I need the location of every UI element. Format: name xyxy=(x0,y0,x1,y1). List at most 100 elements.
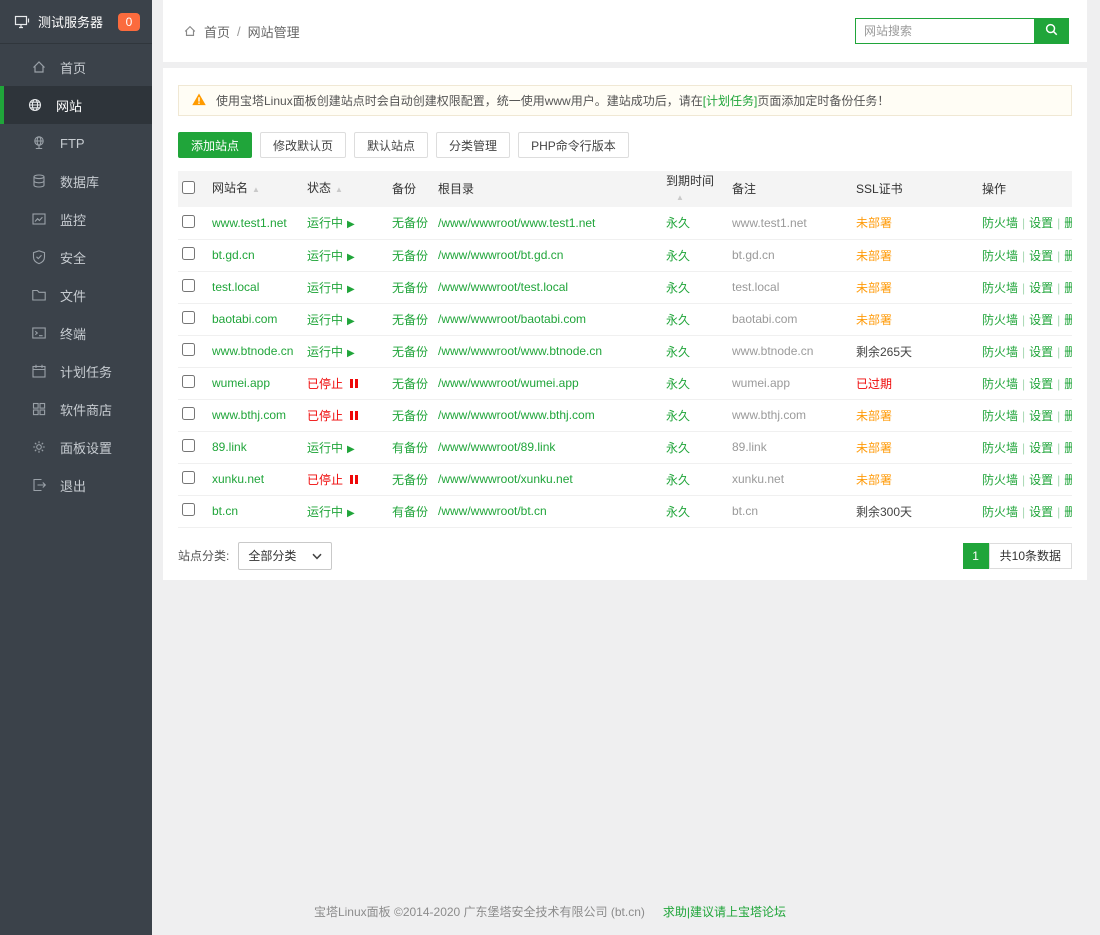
site-path[interactable]: /www/wwwroot/89.link xyxy=(438,440,555,454)
site-ssl[interactable]: 已过期 xyxy=(856,377,892,391)
column-header[interactable]: 到期时间 xyxy=(664,171,730,207)
site-status[interactable]: 运行中▶ xyxy=(307,441,355,455)
site-remark[interactable]: www.test1.net xyxy=(732,216,807,230)
site-expire[interactable]: 永久 xyxy=(666,473,690,487)
site-ssl[interactable]: 未部署 xyxy=(856,216,892,230)
sidebar-item-settings[interactable]: 面板设置 xyxy=(0,428,152,466)
action-delete[interactable]: 删除 xyxy=(1064,313,1072,327)
action-firewall[interactable]: 防火墙 xyxy=(982,409,1018,423)
action-settings[interactable]: 设置 xyxy=(1029,345,1053,359)
site-path[interactable]: /www/wwwroot/www.bthj.com xyxy=(438,408,595,422)
sort-arrow-icon[interactable] xyxy=(248,181,260,195)
row-checkbox[interactable] xyxy=(182,247,195,260)
sidebar-item-files[interactable]: 文件 xyxy=(0,276,152,314)
action-delete[interactable]: 删除 xyxy=(1064,249,1072,263)
breadcrumb-item-home[interactable]: 首页 xyxy=(204,22,230,41)
action-settings[interactable]: 设置 xyxy=(1029,505,1053,519)
row-checkbox[interactable] xyxy=(182,503,195,516)
select-all-checkbox[interactable] xyxy=(182,181,195,194)
action-firewall[interactable]: 防火墙 xyxy=(982,441,1018,455)
site-path[interactable]: /www/wwwroot/baotabi.com xyxy=(438,312,586,326)
site-expire[interactable]: 永久 xyxy=(666,345,690,359)
action-settings[interactable]: 设置 xyxy=(1029,441,1053,455)
site-status[interactable]: 运行中▶ xyxy=(307,313,355,327)
site-remark[interactable]: www.btnode.cn xyxy=(732,344,813,358)
site-status[interactable]: 运行中▶ xyxy=(307,281,355,295)
action-settings[interactable]: 设置 xyxy=(1029,249,1053,263)
action-settings[interactable]: 设置 xyxy=(1029,409,1053,423)
site-name[interactable]: www.btnode.cn xyxy=(212,344,293,358)
cron-page-link[interactable]: [计划任务] xyxy=(703,94,758,108)
row-checkbox[interactable] xyxy=(182,343,195,356)
site-name[interactable]: www.test1.net xyxy=(212,216,287,230)
action-settings[interactable]: 设置 xyxy=(1029,473,1053,487)
column-header[interactable]: 状态 xyxy=(305,171,390,207)
sidebar-item-cron[interactable]: 计划任务 xyxy=(0,352,152,390)
action-delete[interactable]: 删除 xyxy=(1064,345,1072,359)
site-name[interactable]: test.local xyxy=(212,280,259,294)
action-delete[interactable]: 删除 xyxy=(1064,216,1072,230)
site-status[interactable]: 已停止▶ xyxy=(307,409,358,423)
site-path[interactable]: /www/wwwroot/bt.cn xyxy=(438,504,547,518)
site-ssl[interactable]: 未部署 xyxy=(856,281,892,295)
category-manage-button[interactable]: 分类管理 xyxy=(436,132,510,158)
site-remark[interactable]: test.local xyxy=(732,280,779,294)
site-backup[interactable]: 无备份 xyxy=(392,473,428,487)
site-backup[interactable]: 无备份 xyxy=(392,377,428,391)
action-firewall[interactable]: 防火墙 xyxy=(982,281,1018,295)
action-delete[interactable]: 删除 xyxy=(1064,441,1072,455)
php-cli-version-button[interactable]: PHP命令行版本 xyxy=(518,132,629,158)
site-backup[interactable]: 无备份 xyxy=(392,249,428,263)
row-checkbox[interactable] xyxy=(182,279,195,292)
sidebar-item-database[interactable]: 数据库 xyxy=(0,162,152,200)
site-backup[interactable]: 有备份 xyxy=(392,441,428,455)
action-firewall[interactable]: 防火墙 xyxy=(982,473,1018,487)
sidebar-item-home[interactable]: 首页 xyxy=(0,48,152,86)
site-backup[interactable]: 无备份 xyxy=(392,345,428,359)
site-status[interactable]: 运行中▶ xyxy=(307,216,355,230)
sidebar-item-websites[interactable]: 网站 xyxy=(0,86,152,124)
site-name[interactable]: wumei.app xyxy=(212,376,270,390)
site-status[interactable]: 运行中▶ xyxy=(307,249,355,263)
site-backup[interactable]: 无备份 xyxy=(392,409,428,423)
sidebar-item-terminal[interactable]: 终端 xyxy=(0,314,152,352)
site-backup[interactable]: 有备份 xyxy=(392,505,428,519)
site-path[interactable]: /www/wwwroot/test.local xyxy=(438,280,568,294)
site-remark[interactable]: xunku.net xyxy=(732,472,784,486)
search-input[interactable] xyxy=(856,19,1034,43)
sort-arrow-icon[interactable] xyxy=(331,181,343,195)
default-site-button[interactable]: 默认站点 xyxy=(354,132,428,158)
action-delete[interactable]: 删除 xyxy=(1064,473,1072,487)
site-expire[interactable]: 永久 xyxy=(666,216,690,230)
sidebar-item-appstore[interactable]: 软件商店 xyxy=(0,390,152,428)
site-expire[interactable]: 永久 xyxy=(666,441,690,455)
forum-link[interactable]: 求助|建议请上宝塔论坛 xyxy=(663,903,786,920)
site-ssl[interactable]: 未部署 xyxy=(856,313,892,327)
site-path[interactable]: /www/wwwroot/www.test1.net xyxy=(438,216,595,230)
page-number-button[interactable]: 1 xyxy=(963,543,989,569)
action-firewall[interactable]: 防火墙 xyxy=(982,216,1018,230)
site-expire[interactable]: 永久 xyxy=(666,377,690,391)
site-ssl[interactable]: 剩余265天 xyxy=(856,345,912,359)
sidebar-item-ftp[interactable]: FTP xyxy=(0,124,152,162)
site-remark[interactable]: www.bthj.com xyxy=(732,408,806,422)
site-backup[interactable]: 无备份 xyxy=(392,313,428,327)
site-expire[interactable]: 永久 xyxy=(666,505,690,519)
action-delete[interactable]: 删除 xyxy=(1064,409,1072,423)
category-select[interactable]: 全部分类 xyxy=(238,542,332,570)
action-settings[interactable]: 设置 xyxy=(1029,313,1053,327)
site-status[interactable]: 运行中▶ xyxy=(307,345,355,359)
search-button[interactable] xyxy=(1034,19,1068,43)
action-settings[interactable]: 设置 xyxy=(1029,377,1053,391)
edit-default-page-button[interactable]: 修改默认页 xyxy=(260,132,346,158)
column-header[interactable]: 网站名 xyxy=(210,171,305,207)
site-remark[interactable]: baotabi.com xyxy=(732,312,797,326)
action-firewall[interactable]: 防火墙 xyxy=(982,377,1018,391)
site-ssl[interactable]: 剩余300天 xyxy=(856,505,912,519)
site-remark[interactable]: wumei.app xyxy=(732,376,790,390)
site-ssl[interactable]: 未部署 xyxy=(856,441,892,455)
action-firewall[interactable]: 防火墙 xyxy=(982,505,1018,519)
site-backup[interactable]: 无备份 xyxy=(392,281,428,295)
site-ssl[interactable]: 未部署 xyxy=(856,409,892,423)
site-path[interactable]: /www/wwwroot/xunku.net xyxy=(438,472,573,486)
